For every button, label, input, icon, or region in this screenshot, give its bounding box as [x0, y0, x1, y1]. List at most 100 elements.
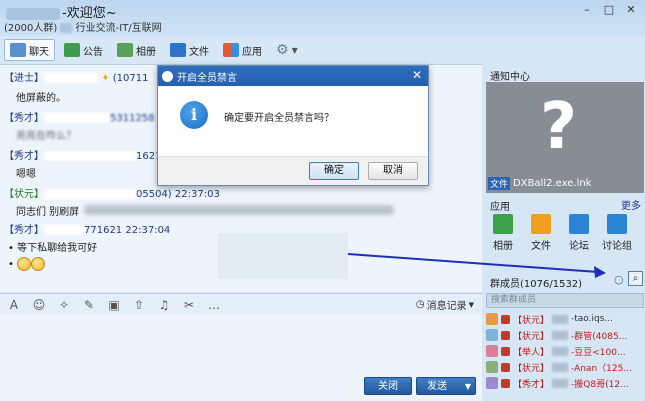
tab-apps[interactable]: 应用	[218, 39, 267, 61]
list-item[interactable]: 【举人】 -豆豆<100...	[486, 343, 644, 359]
tab-files[interactable]: 文件	[165, 39, 214, 61]
clock-icon: ◷	[415, 299, 425, 310]
message-text: 他屏蔽的。	[16, 93, 66, 104]
redacted	[44, 113, 110, 123]
scissors-icon[interactable]: ✂	[181, 298, 197, 312]
message-input-area[interactable]: 关闭 发送 ▼	[0, 315, 482, 401]
send-button[interactable]: 发送 ▼	[416, 377, 476, 395]
dialog-footer: 确定 取消	[158, 156, 428, 185]
dialog-message: 确定要开启全员禁言吗？	[224, 113, 334, 124]
search-icon[interactable]: ⌕	[628, 271, 643, 286]
qq-penguin-icon	[162, 70, 173, 82]
group-size-tag: (2000人群)	[4, 23, 58, 34]
message-text: 同志们 别刷屏	[16, 207, 80, 218]
group-category: 行业交流-IT/互联网	[75, 23, 162, 34]
more-icon[interactable]: …	[206, 298, 222, 312]
list-item[interactable]: 【秀才】 -搬Q8哥(12...	[486, 375, 644, 391]
app-forum[interactable]: 论坛	[564, 214, 594, 252]
info-icon: i	[180, 101, 208, 129]
shake-icon[interactable]: ✎	[81, 298, 97, 312]
discussion-icon	[607, 214, 627, 234]
message-text: 亮亮在咋么？	[16, 131, 76, 142]
chevron-down-icon: ▼	[468, 300, 474, 309]
redacted	[60, 23, 73, 33]
upload-icon[interactable]: ⇧	[131, 298, 147, 312]
apps-icon	[223, 43, 239, 57]
app-files[interactable]: 文件	[526, 214, 556, 252]
tab-notice[interactable]: 公告	[59, 39, 108, 61]
group-name-redacted	[6, 7, 60, 20]
dialog-close-button[interactable]: ✕	[412, 68, 422, 82]
dialog-title: 开启全员禁言	[177, 72, 237, 84]
redacted	[552, 314, 569, 324]
main-toolbar: 聊天 公告 相册 文件 应用 ⚙ ▼	[0, 37, 480, 63]
badge-icon	[501, 346, 510, 356]
apps-title: 应用	[490, 202, 510, 213]
confirm-button[interactable]: 确定	[309, 162, 359, 180]
members-title: 群成员(1076/1532)	[490, 279, 583, 290]
message-record-button[interactable]: ◷ 消息记录 ▼	[416, 297, 474, 312]
megaphone-icon	[64, 43, 80, 57]
tab-chat[interactable]: 聊天	[4, 39, 55, 61]
more-link[interactable]: 更多	[621, 197, 641, 212]
avatar	[486, 345, 498, 357]
redacted	[552, 346, 569, 356]
photo-icon	[493, 214, 513, 234]
blurred-text	[84, 205, 394, 215]
message-header: 【秀才】 771621 22:37:04	[4, 225, 171, 236]
message-header: 【秀才】 1621	[4, 151, 162, 162]
notice-preview[interactable]: ? 文件 DXBall2.exe.lnk	[486, 82, 644, 193]
cancel-button[interactable]: 取消	[368, 162, 418, 180]
music-icon[interactable]: ♫	[156, 298, 172, 312]
notice-center-title: 通知中心	[490, 72, 530, 83]
group-subtitle: (2000人群) 行业交流-IT/互联网	[4, 19, 162, 34]
list-item[interactable]: 【状元】 -Anan（125...	[486, 359, 644, 375]
close-button[interactable]: 关闭	[364, 377, 412, 395]
title-bar: -欢迎您~ (2000人群) 行业交流-IT/互联网 – □ ✕	[0, 0, 645, 36]
avatar	[486, 313, 498, 325]
input-toolbar: A ☺ ✧ ✎ ▣ ⇧ ♫ ✂ … ◷ 消息记录 ▼	[0, 293, 482, 315]
chat-bubble-icon[interactable]: ○	[614, 273, 624, 286]
avatar	[486, 377, 498, 389]
blurred-image	[218, 233, 348, 279]
photo-icon	[117, 43, 133, 57]
message-header: 【秀才】 5311258	[4, 113, 155, 124]
magic-icon[interactable]: ✧	[56, 298, 72, 312]
badge-icon	[501, 314, 510, 324]
tab-album[interactable]: 相册	[112, 39, 161, 61]
folder-icon	[170, 43, 186, 57]
avatar	[486, 329, 498, 341]
redacted	[44, 225, 84, 235]
apps-list: 相册 文件 论坛 讨论组	[488, 214, 632, 252]
message-emojis: •	[8, 257, 46, 271]
list-item[interactable]: 【状元】 -群管(4085...	[486, 327, 644, 343]
settings-dropdown[interactable]: ⚙ ▼	[271, 39, 303, 61]
maximize-button[interactable]: □	[599, 2, 619, 18]
member-search-input[interactable]: 搜索群成员	[486, 293, 644, 308]
smiley-icon[interactable]: ☺	[31, 298, 47, 312]
minimize-button[interactable]: –	[577, 2, 597, 18]
chevron-down-icon: ▼	[291, 45, 298, 55]
members-list: 【状元】 -tao.iqs... 【状元】 -群管(4085... 【举人】 -豆豆<…	[486, 311, 644, 391]
gear-icon: ⚙	[276, 42, 289, 58]
chevron-down-icon[interactable]: ▼	[465, 378, 471, 396]
app-album[interactable]: 相册	[488, 214, 518, 252]
message-text: 嗯嗯	[16, 169, 36, 180]
image-icon[interactable]: ▣	[106, 298, 122, 312]
font-icon[interactable]: A	[6, 298, 22, 312]
sparkle-icon: ✦	[101, 73, 110, 84]
app-discussion[interactable]: 讨论组	[602, 214, 632, 252]
redacted	[552, 378, 569, 388]
badge-icon	[501, 330, 510, 340]
file-label: 文件 DXBall2.exe.lnk	[488, 177, 592, 190]
badge-icon	[501, 362, 510, 372]
badge-icon	[501, 378, 510, 388]
avatar	[486, 361, 498, 373]
message-header: 【状元】 05504) 22:37:03	[4, 189, 220, 200]
list-item[interactable]: 【状元】 -tao.iqs...	[486, 311, 644, 327]
close-window-button[interactable]: ✕	[621, 2, 641, 18]
window-controls: – □ ✕	[577, 2, 641, 18]
emoji-icon	[17, 257, 32, 271]
dialog-title-bar: 开启全员禁言 ✕	[158, 66, 428, 86]
question-icon: ?	[540, 90, 578, 164]
